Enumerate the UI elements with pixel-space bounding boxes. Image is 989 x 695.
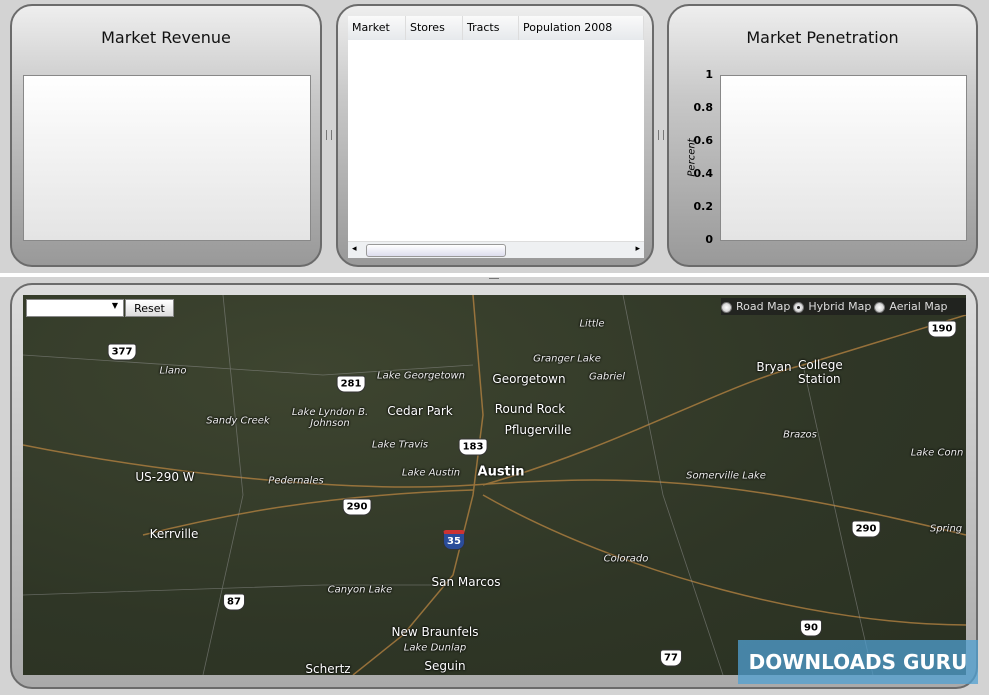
map-place-label: Pflugerville bbox=[504, 423, 572, 437]
map-place-label: Round Rock bbox=[494, 402, 566, 416]
map-mode-selector: Road Map Hybrid Map Aerial Map bbox=[721, 298, 966, 315]
market-table: MarketStoresTractsPopulation 2008Po ◂ ▸ bbox=[348, 16, 644, 258]
y-tick-label: 0.2 bbox=[693, 200, 714, 213]
column-header[interactable]: Stores bbox=[406, 16, 463, 40]
highway-shield-icon: 290 bbox=[342, 498, 372, 516]
radio-button[interactable] bbox=[721, 301, 732, 313]
map-place-label: Brazos bbox=[783, 429, 817, 441]
horizontal-divider[interactable] bbox=[0, 273, 989, 277]
map-place-label: Lake Georgetown bbox=[376, 370, 466, 382]
highway-shield-icon: 281 bbox=[336, 375, 366, 393]
highway-shield-icon: 183 bbox=[458, 438, 488, 456]
map-place-label: Austin bbox=[477, 464, 525, 480]
revenue-chart-area bbox=[23, 75, 311, 241]
penetration-chart-plot bbox=[720, 75, 967, 241]
map-place-label: Spring bbox=[929, 523, 963, 535]
map-mode-label: Hybrid Map bbox=[808, 300, 872, 313]
road-network bbox=[23, 295, 966, 675]
highway-shield-icon: 35 bbox=[443, 530, 465, 550]
y-tick-label: 1 bbox=[705, 68, 713, 81]
map-mode-label: Road Map bbox=[736, 300, 791, 313]
map-place-label: Seguin bbox=[424, 659, 466, 673]
highway-shield-icon: 290 bbox=[851, 520, 881, 538]
scroll-left-icon[interactable]: ◂ bbox=[352, 244, 357, 254]
watermark: DOWNLOADS GURU bbox=[738, 640, 978, 684]
chevron-down-icon: ▼ bbox=[111, 301, 118, 310]
map-place-label: Granger Lake bbox=[533, 353, 601, 365]
y-axis-label: Percent bbox=[686, 138, 698, 177]
scroll-thumb[interactable] bbox=[366, 244, 506, 257]
y-tick-label: 0.8 bbox=[693, 101, 714, 114]
market-dropdown[interactable]: ▼ bbox=[26, 299, 124, 317]
reset-button[interactable]: Reset bbox=[125, 299, 174, 317]
panel-title: Market Penetration bbox=[746, 28, 899, 47]
map-place-label: San Marcos bbox=[431, 575, 501, 589]
map-mode-label: Aerial Map bbox=[889, 300, 948, 313]
map-place-label: Sandy Creek bbox=[206, 415, 270, 427]
horizontal-scrollbar[interactable]: ◂ ▸ bbox=[348, 241, 644, 258]
highway-shield-icon: 190 bbox=[927, 320, 957, 338]
column-header[interactable]: Tracts bbox=[463, 16, 519, 40]
map-view[interactable]: Little Granger Lake Lake Georgetown Georget… bbox=[23, 295, 966, 675]
map-mode-aerial-map[interactable]: Aerial Map bbox=[874, 300, 948, 313]
divider-grip[interactable] bbox=[489, 278, 499, 280]
map-place-label: Lake Conn bbox=[910, 447, 964, 459]
map-mode-hybrid-map[interactable]: Hybrid Map bbox=[793, 300, 871, 313]
scroll-right-icon[interactable]: ▸ bbox=[635, 244, 640, 254]
splitter-handle[interactable] bbox=[658, 130, 664, 140]
map-place-label: Lake Austin bbox=[401, 467, 461, 479]
map-place-label: Lake Lyndon B. Johnson bbox=[291, 407, 369, 429]
map-place-label: Canyon Lake bbox=[327, 584, 393, 596]
map-place-label: Somerville Lake bbox=[686, 470, 766, 482]
map-place-label: College Station bbox=[798, 358, 843, 386]
map-place-label: US-290 W bbox=[135, 470, 195, 484]
map-place-label: Gabriel bbox=[588, 371, 626, 383]
map-place-label: Llano bbox=[159, 365, 187, 377]
map-place-label: Colorado bbox=[603, 553, 649, 565]
map-place-label: Georgetown bbox=[492, 372, 566, 386]
map-place-label: New Braunfels bbox=[391, 625, 479, 639]
radio-button[interactable] bbox=[793, 301, 805, 313]
radio-button[interactable] bbox=[874, 301, 886, 313]
map-place-label: Pedernales bbox=[268, 475, 324, 487]
highway-shield-icon: 90 bbox=[800, 619, 822, 637]
map-place-label: Cedar Park bbox=[387, 404, 453, 418]
column-header[interactable]: Population 2008 bbox=[519, 16, 644, 40]
map-place-label: Little bbox=[579, 318, 605, 330]
map-place-label: Schertz bbox=[305, 662, 351, 675]
y-tick-label: 0 bbox=[705, 233, 713, 246]
map-place-label: Kerrville bbox=[149, 527, 199, 541]
map-place-label: Lake Dunlap bbox=[403, 642, 467, 654]
map-place-label: Lake Travis bbox=[371, 439, 429, 451]
market-table-panel: MarketStoresTractsPopulation 2008Po ◂ ▸ bbox=[336, 4, 654, 267]
panel-title: Market Revenue bbox=[101, 28, 231, 47]
splitter-handle[interactable] bbox=[326, 130, 332, 140]
market-revenue-panel: Market Revenue bbox=[10, 4, 322, 267]
market-penetration-panel: Market Penetration 1 0.8 0.6 0.4 0.2 0 Percen… bbox=[667, 4, 978, 267]
column-header[interactable]: Market bbox=[348, 16, 406, 40]
map-place-label: Bryan bbox=[756, 360, 792, 374]
map-mode-road-map[interactable]: Road Map bbox=[721, 300, 790, 313]
highway-shield-icon: 77 bbox=[660, 649, 682, 667]
highway-shield-icon: 377 bbox=[107, 343, 137, 361]
highway-shield-icon: 87 bbox=[223, 593, 245, 611]
